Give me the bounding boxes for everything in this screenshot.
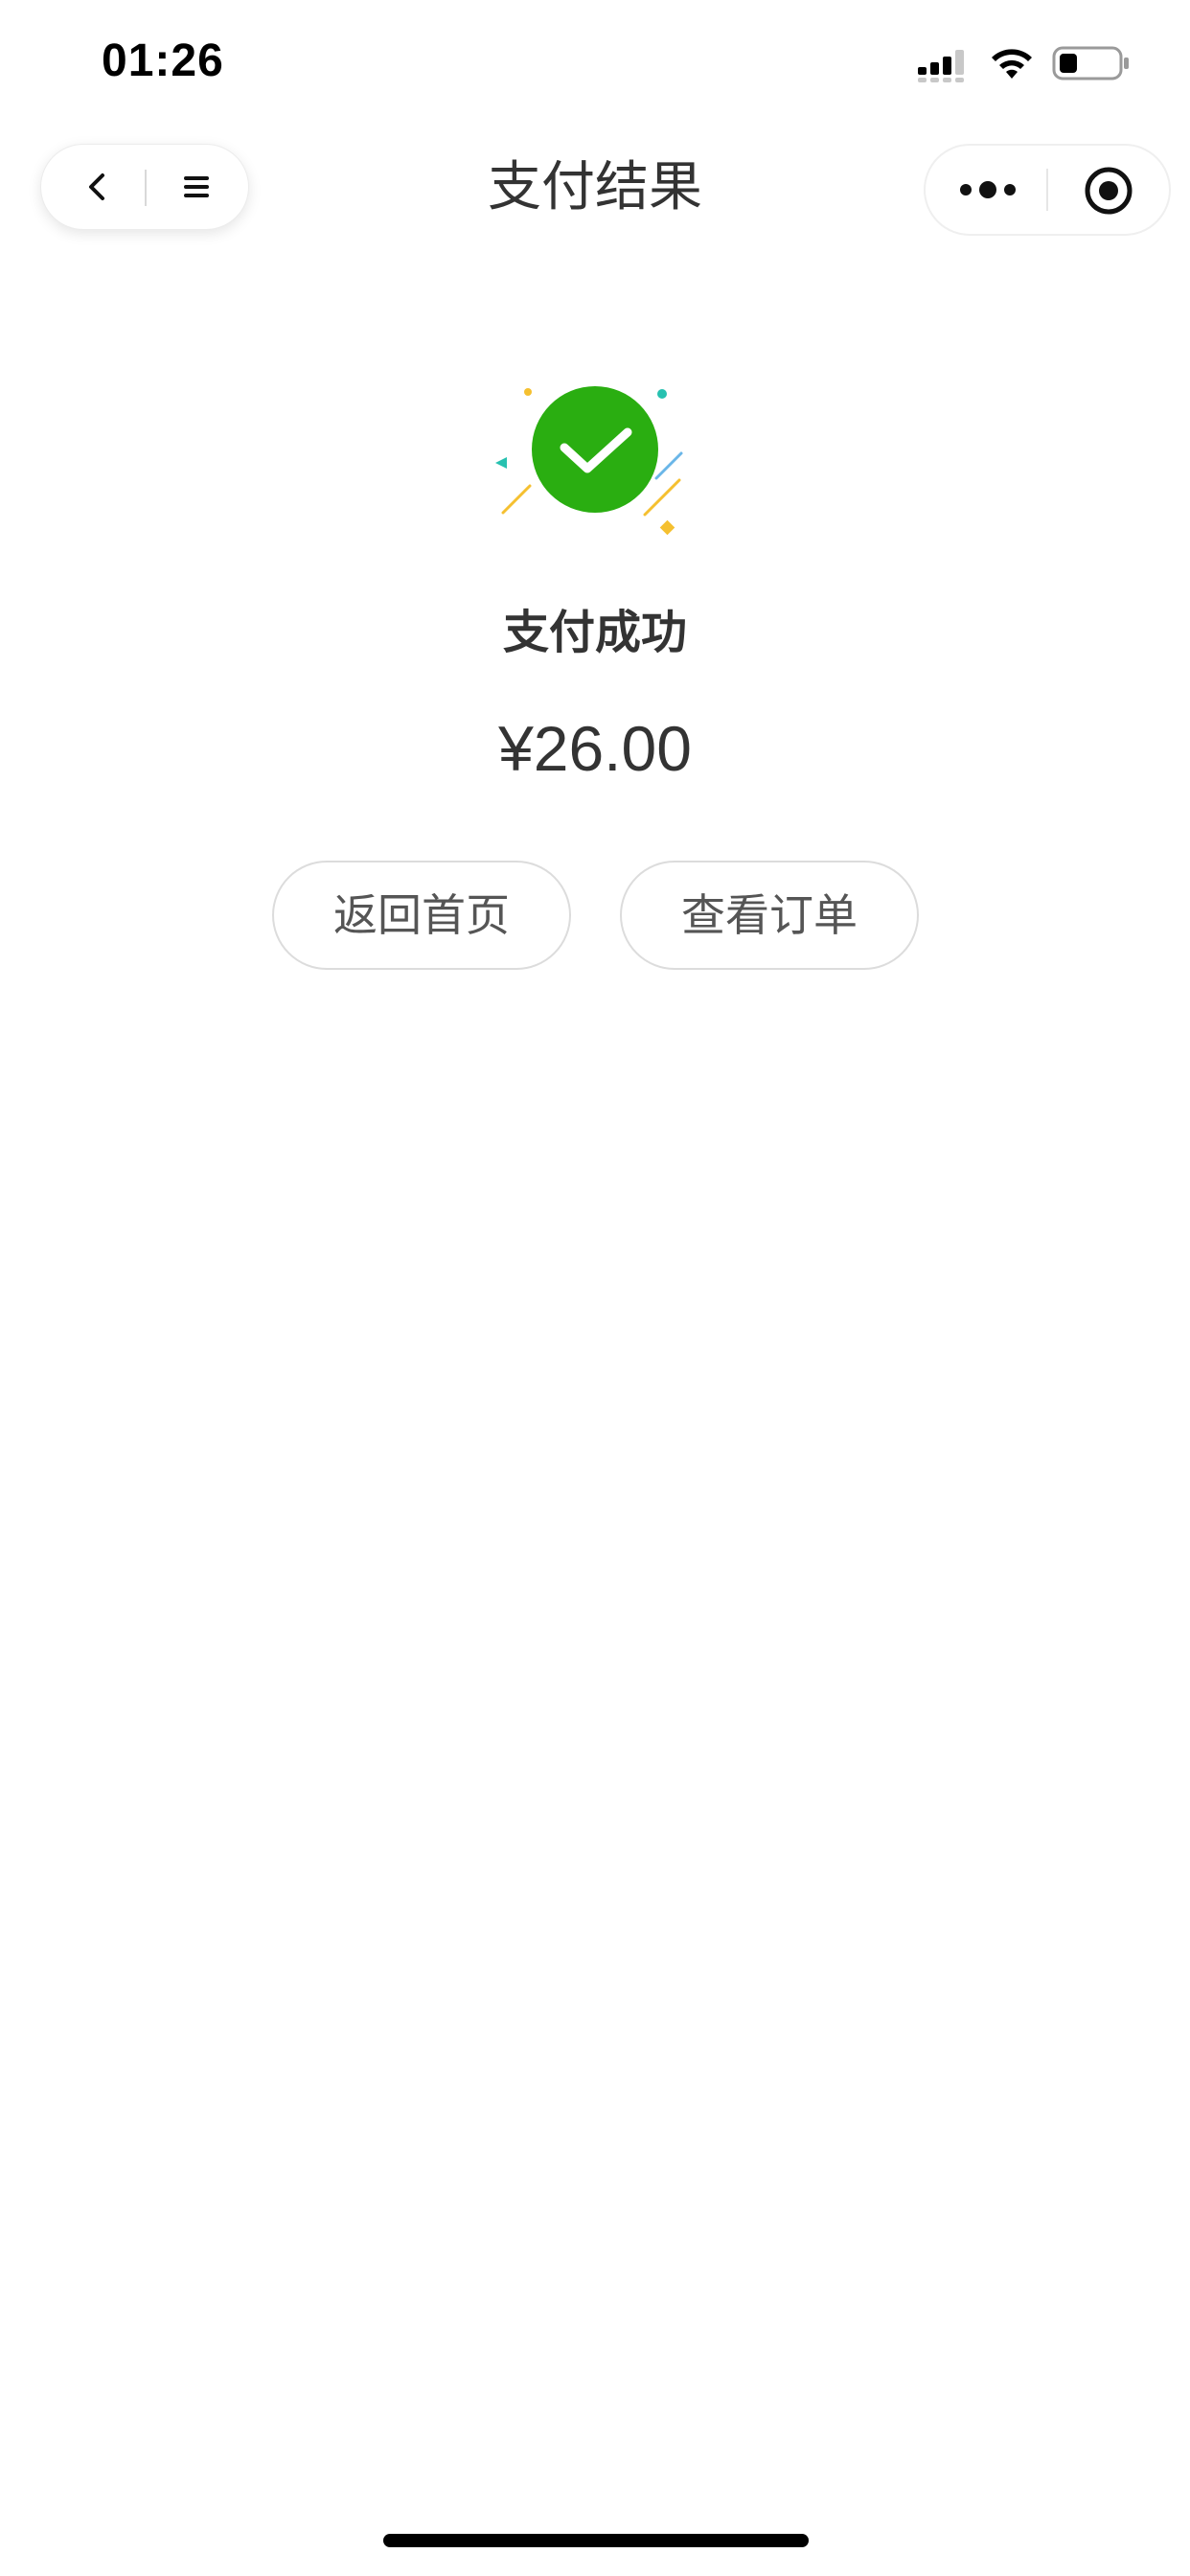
back-icon[interactable] bbox=[78, 168, 116, 206]
capsule-divider bbox=[1046, 169, 1048, 211]
battery-icon bbox=[1052, 46, 1129, 80]
home-indicator[interactable] bbox=[383, 2534, 809, 2547]
capsule-divider bbox=[145, 170, 147, 206]
payment-amount: ¥26.00 bbox=[498, 713, 692, 784]
target-icon[interactable] bbox=[1083, 165, 1134, 217]
success-title: 支付成功 bbox=[502, 606, 687, 659]
nav-bar: 支付结果 bbox=[0, 134, 1190, 245]
menu-icon[interactable] bbox=[177, 168, 216, 206]
more-icon[interactable] bbox=[954, 171, 1021, 209]
page-title: 支付结果 bbox=[488, 156, 702, 218]
success-check-icon bbox=[495, 386, 683, 536]
view-order-button[interactable]: 查看订单 bbox=[620, 861, 919, 970]
nav-right-capsule bbox=[924, 144, 1171, 236]
status-time: 01:26 bbox=[102, 35, 224, 86]
nav-left-capsule bbox=[40, 144, 249, 230]
wifi-icon bbox=[992, 49, 1032, 79]
status-bar: 01:26 bbox=[0, 0, 1190, 125]
back-to-home-button[interactable]: 返回首页 bbox=[272, 861, 571, 970]
signal-icon bbox=[918, 50, 964, 82]
